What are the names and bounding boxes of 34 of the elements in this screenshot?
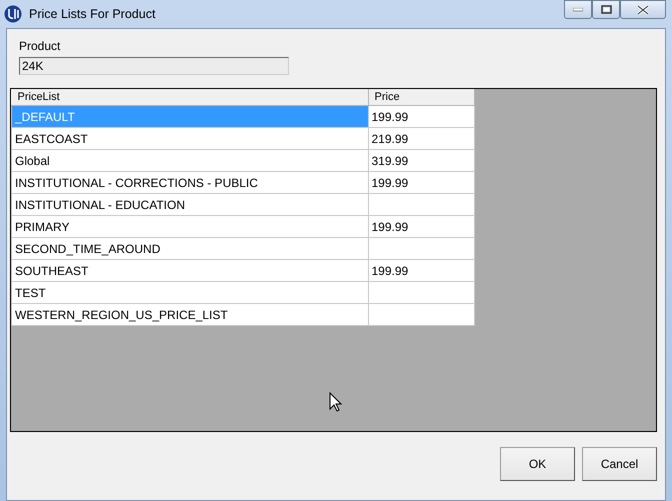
table-cell[interactable]: Global [12, 150, 368, 172]
table-cell[interactable]: 199.99 [368, 216, 474, 238]
table-cell[interactable]: INSTITUTIONAL - EDUCATION [12, 194, 368, 216]
window-title: Price Lists For Product [29, 7, 156, 21]
product-field[interactable]: 24K [19, 57, 289, 75]
table-cell[interactable]: TEST [12, 282, 368, 304]
minimize-button[interactable] [564, 0, 592, 19]
table-cell[interactable]: INSTITUTIONAL - CORRECTIONS - PUBLIC [12, 172, 368, 194]
table-cell[interactable]: EASTCOAST [12, 128, 368, 150]
table-cell[interactable] [368, 282, 474, 304]
table-cell[interactable]: 219.99 [368, 128, 474, 150]
table-cell[interactable]: 319.99 [368, 150, 474, 172]
minimize-icon [573, 8, 583, 12]
maximize-button[interactable] [592, 0, 620, 19]
table-cell[interactable]: WESTERN_REGION_US_PRICE_LIST [12, 304, 368, 326]
table-cell[interactable] [368, 238, 474, 260]
ok-button[interactable]: OK [500, 447, 575, 481]
restore-icon [600, 5, 612, 14]
mouse-pointer-icon [329, 392, 342, 412]
close-button[interactable] [620, 0, 666, 19]
table-cell[interactable]: 199.99 [368, 260, 474, 282]
table-cell[interactable]: 199.99 [368, 106, 474, 128]
column-header[interactable]: PriceList [12, 89, 368, 106]
table-cell[interactable]: SECOND_TIME_AROUND [12, 238, 368, 260]
table-cell[interactable]: PRIMARY [12, 216, 368, 238]
table-cell[interactable]: SOUTHEAST [12, 260, 368, 282]
table-cell[interactable] [368, 304, 474, 326]
close-icon [637, 4, 649, 14]
cancel-button[interactable]: Cancel [582, 447, 657, 481]
column-header[interactable]: Price [368, 89, 474, 106]
table-cell[interactable] [368, 194, 474, 216]
product-label: Product [19, 39, 62, 53]
table-cell[interactable]: 199.99 [368, 172, 474, 194]
app-logo-icon [4, 5, 22, 23]
